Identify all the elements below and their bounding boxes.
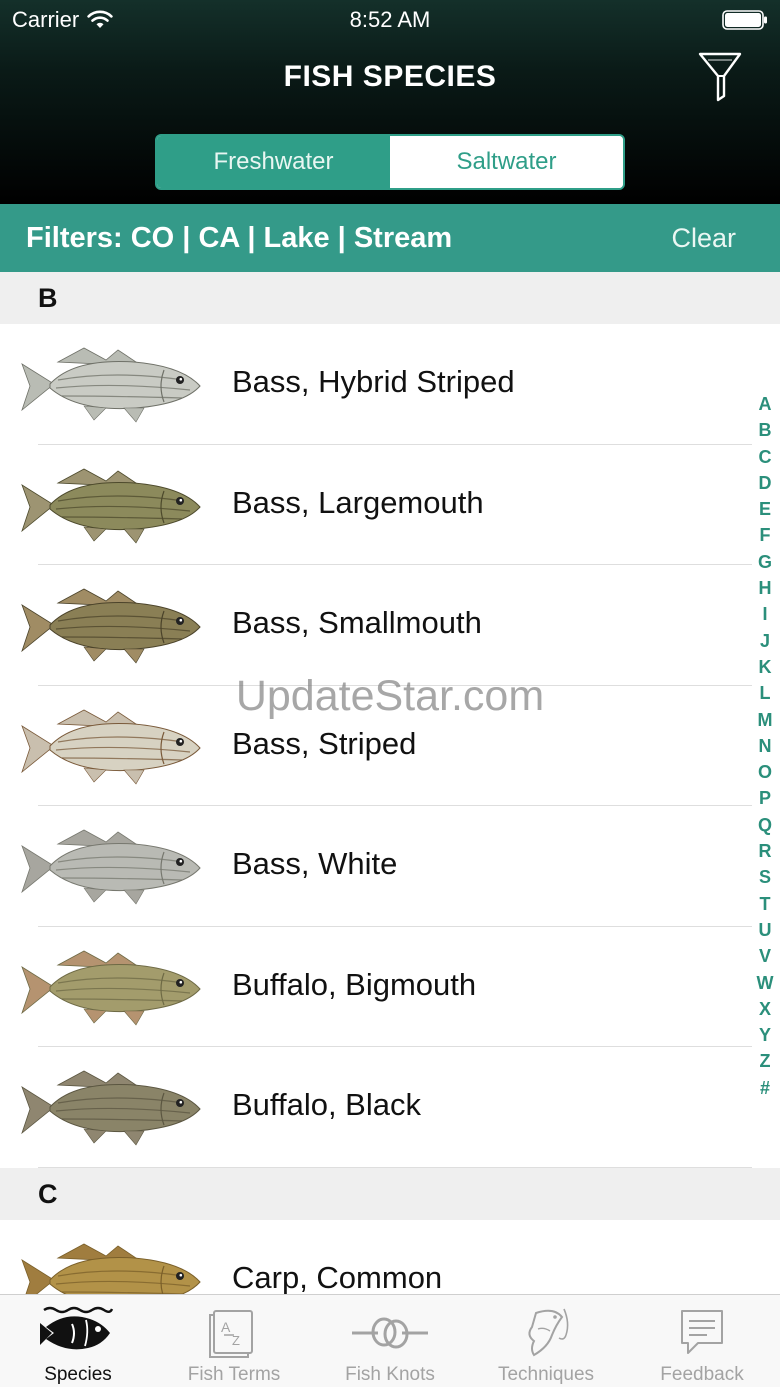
species-row[interactable]: Bass, Largemouth <box>0 444 780 565</box>
tab-species[interactable]: Species <box>0 1295 156 1387</box>
species-row[interactable]: Bass, Striped <box>0 685 780 806</box>
fish-black-buffalo-icon <box>21 1070 201 1146</box>
index-letter[interactable]: X <box>759 1000 771 1018</box>
tab-feedback[interactable]: Feedback <box>624 1295 780 1387</box>
fish-largemouth-bass-icon <box>21 468 201 544</box>
index-letter[interactable]: R <box>759 842 772 860</box>
index-letter[interactable]: E <box>759 500 771 518</box>
tab-fish-knots[interactable]: Fish Knots <box>312 1295 468 1387</box>
tab-label-fish-terms: Fish Terms <box>187 1364 281 1385</box>
tab-label-fish-knots: Fish Knots <box>345 1364 435 1385</box>
battery-icon <box>722 10 767 30</box>
species-row[interactable]: Carp, Common <box>0 1219 780 1295</box>
section-letter: B <box>38 283 58 313</box>
fish-waves-icon <box>40 1306 114 1350</box>
species-row[interactable]: Buffalo, Black <box>0 1047 780 1168</box>
tab-label-species: Species <box>44 1364 112 1385</box>
species-name: Bass, Striped <box>232 725 417 761</box>
filter-funnel-icon[interactable] <box>696 50 744 104</box>
fish-white-bass-icon <box>21 829 201 905</box>
species-name: Bass, Hybrid Striped <box>232 364 515 399</box>
species-row[interactable]: Bass, Smallmouth <box>0 565 780 686</box>
index-letter[interactable]: # <box>760 1079 770 1097</box>
index-letter[interactable]: P <box>759 789 771 807</box>
index-letter[interactable]: T <box>760 895 771 913</box>
water-type-segmented-control: Freshwater Saltwater <box>155 134 625 190</box>
index-letter[interactable]: Z <box>760 1052 771 1070</box>
fish-striped-bass-icon <box>21 709 201 785</box>
species-name: Buffalo, Black <box>232 1087 421 1122</box>
index-letter[interactable]: W <box>757 974 774 992</box>
index-letter[interactable]: V <box>759 947 771 965</box>
fish-hybrid-striped-bass-icon <box>21 347 201 423</box>
fish-bigmouth-buffalo-icon <box>21 950 201 1026</box>
active-filters-text: Filters: CO | CA | Lake | Stream <box>26 222 453 254</box>
species-row[interactable]: Buffalo, Bigmouth <box>0 926 780 1047</box>
fish-smallmouth-bass-icon <box>21 588 201 664</box>
index-letter[interactable]: L <box>760 684 771 702</box>
section-header-c: C <box>0 1167 780 1220</box>
index-letter[interactable]: I <box>762 605 767 623</box>
species-name: Carp, Common <box>232 1259 443 1295</box>
clear-filters-button[interactable]: Clear <box>671 223 736 254</box>
species-name: Bass, White <box>232 846 398 881</box>
index-letter[interactable]: K <box>759 658 772 676</box>
species-row[interactable]: Bass, Hybrid Striped <box>0 324 780 445</box>
tab-fish-terms[interactable]: A Z Fish Terms <box>156 1295 312 1387</box>
index-letter[interactable]: H <box>759 579 772 597</box>
species-list[interactable]: B Bass, Hybrid Striped Bass, Largemouth Bas… <box>0 272 780 1294</box>
species-name: Bass, Largemouth <box>232 484 484 520</box>
speech-bubble-icon <box>681 1310 723 1354</box>
dictionary-book-icon: A Z <box>209 1310 253 1358</box>
tab-techniques[interactable]: Techniques <box>468 1295 624 1387</box>
page-title: FISH SPECIES <box>283 60 497 93</box>
fish-common-carp-icon <box>21 1243 201 1294</box>
index-letter[interactable]: S <box>759 868 771 886</box>
section-letter: C <box>38 1178 58 1209</box>
index-letter[interactable]: M <box>758 711 773 729</box>
svg-text:A: A <box>221 1319 231 1335</box>
species-name: Bass, Smallmouth <box>232 605 482 640</box>
segment-freshwater[interactable]: Freshwater <box>157 136 390 188</box>
navigation-header: Carrier 8:52 AM FISH SPECIES Freshwater … <box>0 0 780 204</box>
index-letter[interactable]: B <box>759 421 772 439</box>
index-letter[interactable]: O <box>758 763 772 781</box>
index-letter[interactable]: U <box>759 921 772 939</box>
section-header-b: B <box>0 272 780 324</box>
tab-bar: Species A Z Fish Terms Fish Knots Techni… <box>0 1294 780 1387</box>
index-letter[interactable]: Y <box>759 1026 771 1044</box>
species-row[interactable]: Bass, White <box>0 806 780 927</box>
index-letter[interactable]: Q <box>758 816 772 834</box>
index-letter[interactable]: N <box>759 737 772 755</box>
index-letter[interactable]: C <box>759 448 772 466</box>
index-letter[interactable]: A <box>759 395 772 413</box>
index-letter[interactable]: F <box>760 526 771 544</box>
fishing-technique-icon <box>528 1308 569 1357</box>
tab-label-techniques: Techniques <box>497 1364 595 1385</box>
index-letter[interactable]: D <box>759 474 772 492</box>
index-letter[interactable]: G <box>758 553 772 571</box>
segment-saltwater[interactable]: Saltwater <box>390 136 623 188</box>
species-name: Buffalo, Bigmouth <box>232 966 477 1002</box>
index-letter[interactable]: J <box>760 632 770 650</box>
alphabet-index-bar[interactable]: A B C D E F G H I J K L M N O P Q R S T U V W X Y Z # <box>752 395 778 1097</box>
tab-label-feedback: Feedback <box>660 1364 744 1385</box>
active-filters-bar: Filters: CO | CA | Lake | Stream Clear <box>0 204 780 272</box>
status-bar: Carrier 8:52 AM <box>0 0 780 40</box>
knot-icon <box>352 1317 428 1349</box>
status-time: 8:52 AM <box>349 7 431 32</box>
